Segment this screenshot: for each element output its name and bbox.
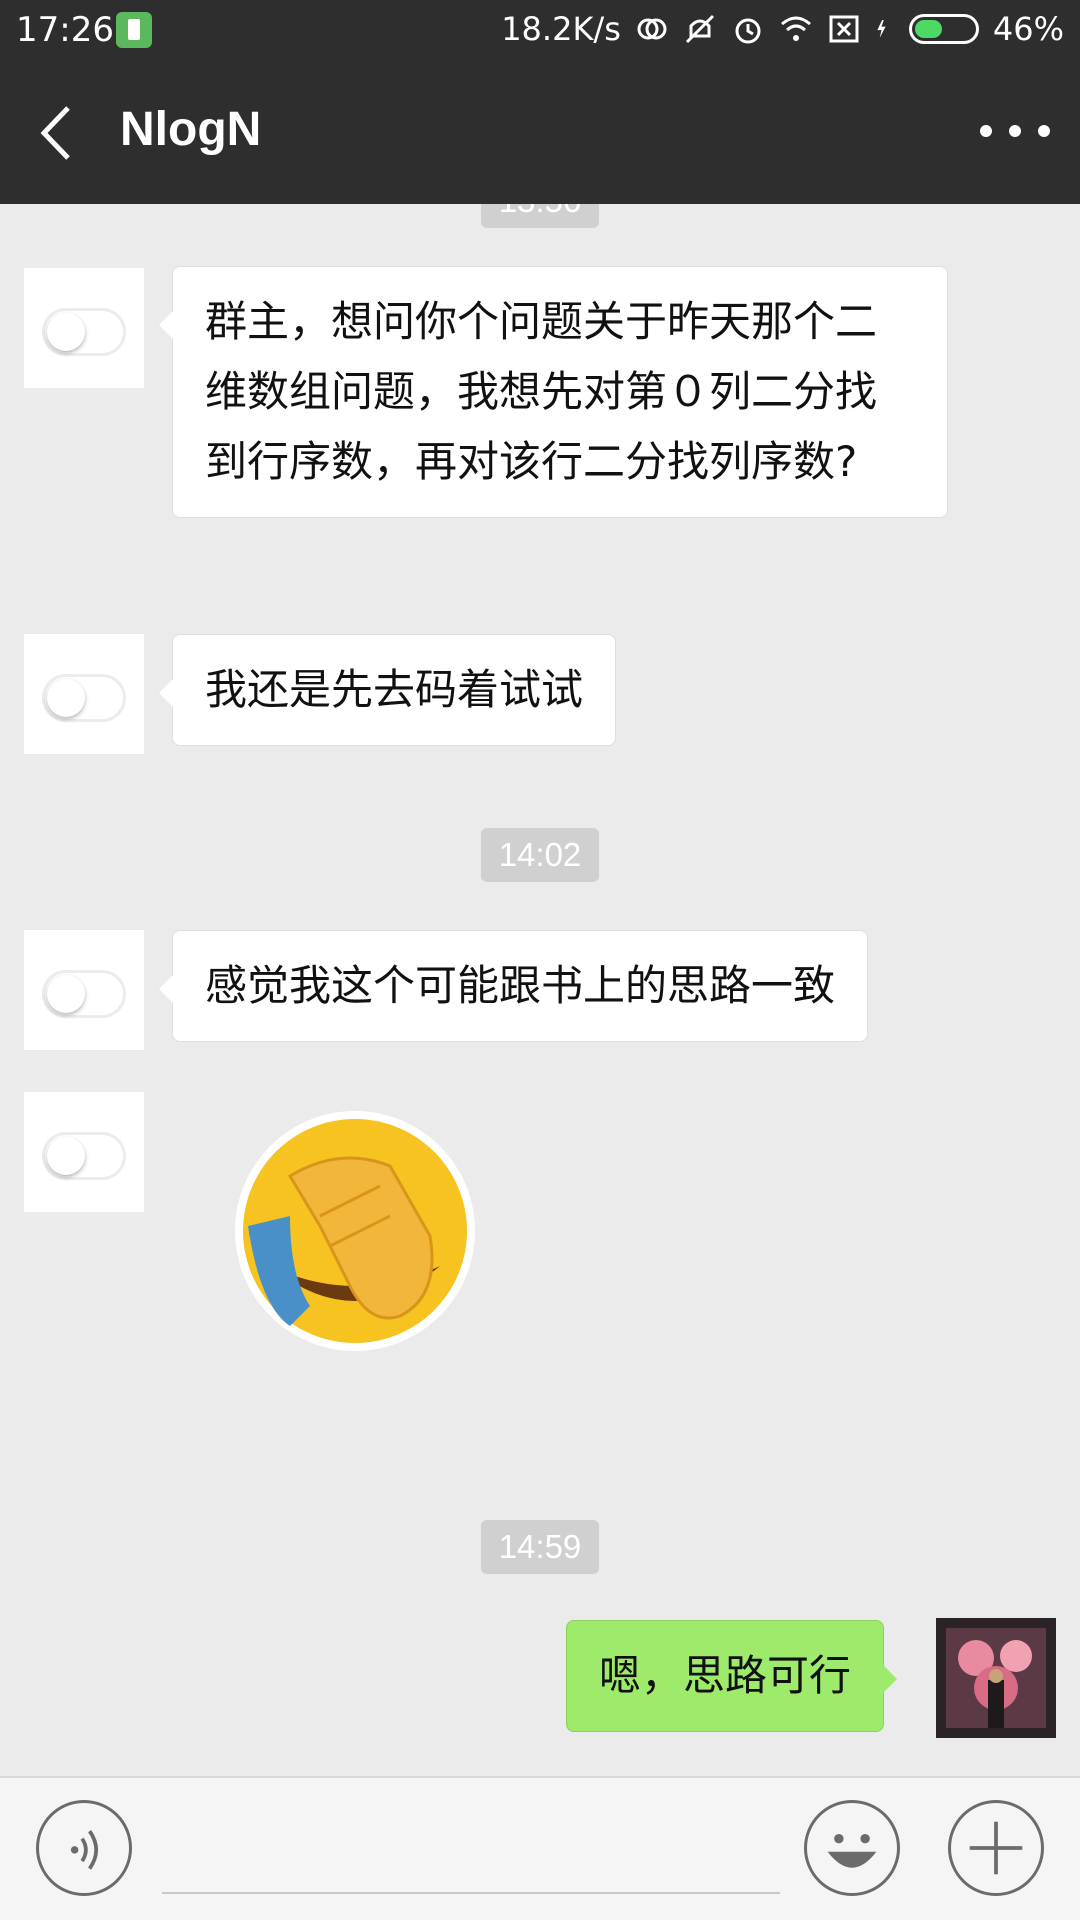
status-right: 18.2K/s 46% bbox=[501, 10, 1064, 48]
wifi-icon bbox=[780, 16, 811, 41]
timestamp: 14:59 bbox=[0, 1520, 1080, 1574]
message-bubble[interactable]: 群主，想问你个问题关于昨天那个二维数组问题，我想先对第０列二分找到行序数，再对该… bbox=[159, 266, 948, 518]
alarm-icon bbox=[735, 18, 761, 44]
battery-percent: 46% bbox=[992, 10, 1064, 48]
status-bar: 17:26 18.2K/s 46% bbox=[0, 0, 1080, 62]
back-arrow-icon[interactable] bbox=[30, 100, 90, 166]
avatar[interactable] bbox=[24, 1092, 144, 1212]
charging-icon bbox=[877, 20, 886, 38]
message-input[interactable] bbox=[162, 1892, 780, 1894]
status-time: 17:26 bbox=[16, 10, 114, 50]
no-sim-icon bbox=[829, 15, 859, 43]
timestamp: 14:02 bbox=[0, 828, 1080, 882]
timestamp: 13:56 bbox=[0, 204, 1080, 228]
message-bubble[interactable]: 我还是先去码着试试 bbox=[158, 634, 617, 746]
plus-icon[interactable] bbox=[948, 1800, 1044, 1896]
facepalm-emoji-icon[interactable] bbox=[230, 1106, 480, 1356]
message-bubble[interactable]: 感觉我这个可能跟书上的思路一致 bbox=[158, 930, 869, 1042]
sync-icon bbox=[637, 18, 667, 40]
message-icon bbox=[116, 12, 152, 48]
my-message-bubble[interactable]: 嗯，思路可行 bbox=[566, 1620, 898, 1732]
mute-icon bbox=[685, 14, 714, 44]
battery-fill bbox=[914, 20, 942, 38]
avatar[interactable] bbox=[24, 930, 144, 1050]
emoji-icon[interactable] bbox=[804, 1800, 900, 1896]
chat-area[interactable]: 13:56 群主，想问你个问题关于昨天那个二维数组问题，我想先对第０列二分找到行… bbox=[0, 204, 1080, 1776]
avatar[interactable] bbox=[24, 268, 144, 388]
voice-icon[interactable] bbox=[36, 1800, 132, 1896]
more-dots-icon[interactable] bbox=[980, 106, 1050, 156]
chat-header: NlogN bbox=[0, 62, 1080, 204]
input-bar bbox=[0, 1776, 1080, 1920]
avatar[interactable] bbox=[24, 634, 144, 754]
battery-icon bbox=[908, 14, 979, 44]
my-avatar[interactable] bbox=[936, 1618, 1056, 1738]
chat-title: NlogN bbox=[120, 103, 262, 156]
network-speed: 18.2K/s bbox=[501, 10, 621, 48]
